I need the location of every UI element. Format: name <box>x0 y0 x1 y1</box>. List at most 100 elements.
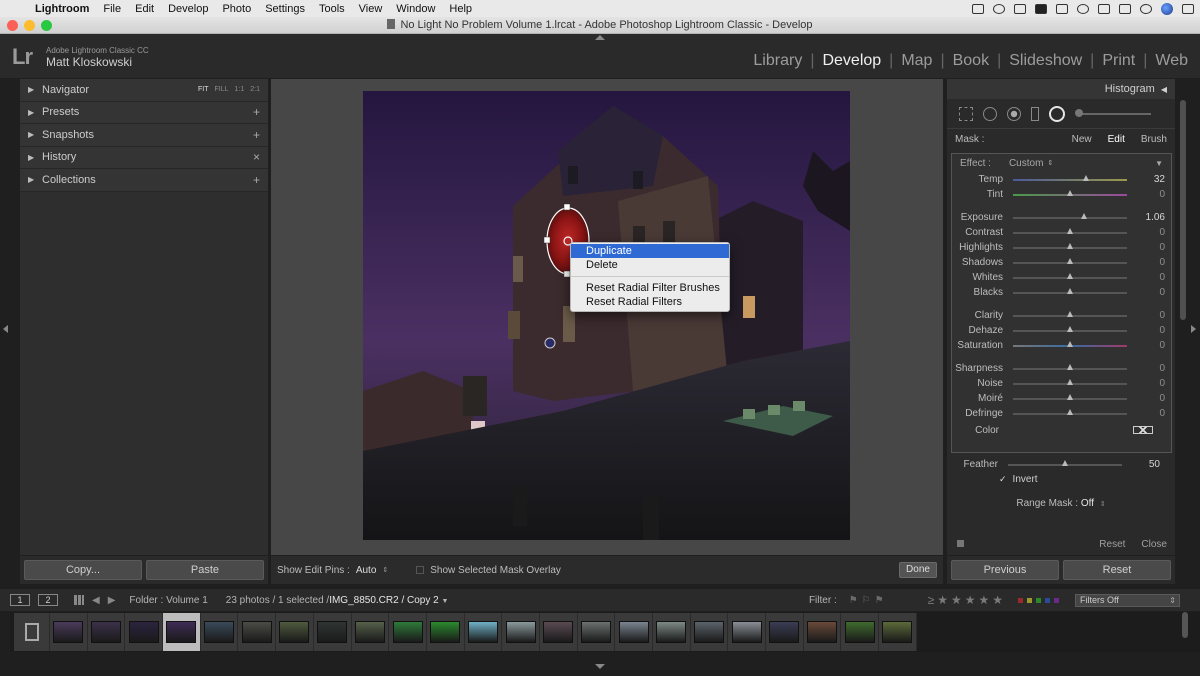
menu-lightroom[interactable]: Lightroom <box>28 3 96 15</box>
menu-edit[interactable]: Edit <box>128 3 161 15</box>
slider-track[interactable] <box>1013 212 1127 219</box>
slider-knob[interactable] <box>1067 340 1073 347</box>
secondary-window-button[interactable]: 2 <box>38 594 58 606</box>
close-window-button[interactable] <box>7 20 18 31</box>
radial-filter-tool-icon[interactable] <box>1049 105 1065 122</box>
slider-knob[interactable] <box>1082 174 1089 181</box>
slider-track[interactable] <box>1013 340 1127 347</box>
add-snapshot-icon[interactable]: + <box>253 128 260 142</box>
slider-value[interactable]: 0 <box>1127 287 1165 298</box>
menu-file[interactable]: File <box>96 3 128 15</box>
slider-knob[interactable] <box>1067 378 1073 385</box>
slider-knob[interactable] <box>1067 189 1073 196</box>
menu-item-duplicate[interactable]: Duplicate <box>571 244 729 258</box>
filmstrip-thumbnail[interactable] <box>803 613 842 651</box>
green-label-icon[interactable] <box>1036 597 1041 603</box>
blue-label-icon[interactable] <box>1045 597 1050 603</box>
collections-header[interactable]: ▶ Collections + <box>20 169 268 192</box>
mask-overlay-checkbox[interactable] <box>416 566 425 574</box>
grid-view-icon[interactable] <box>74 595 84 605</box>
slider-knob[interactable] <box>1080 212 1087 219</box>
dropbox-icon[interactable] <box>1056 3 1068 14</box>
slider-knob[interactable] <box>1067 363 1073 370</box>
bottom-panel-toggle-icon[interactable] <box>595 664 605 669</box>
filmstrip-thumbnail[interactable] <box>879 613 917 651</box>
feather-slider-knob[interactable] <box>1062 459 1068 466</box>
add-preset-icon[interactable]: + <box>253 105 260 119</box>
battery-icon[interactable] <box>1119 3 1131 14</box>
search-icon[interactable] <box>1140 3 1152 14</box>
primary-window-button[interactable]: 1 <box>10 594 30 606</box>
filmstrip-thumbnail[interactable] <box>502 613 540 651</box>
slider-track[interactable] <box>1013 189 1127 196</box>
copy-button[interactable]: Copy... <box>24 560 142 580</box>
color-label-filter[interactable] <box>1018 597 1059 603</box>
slider-track[interactable] <box>1013 310 1127 317</box>
slider-value[interactable]: 0 <box>1127 272 1165 283</box>
snapshots-header[interactable]: ▶ Snapshots + <box>20 124 268 147</box>
filmstrip-thumbnail[interactable] <box>163 613 201 651</box>
red-eye-tool-icon[interactable] <box>1007 106 1021 121</box>
filmstrip-thumbnail[interactable] <box>125 613 164 651</box>
filmstrip-thumbnail[interactable] <box>351 613 390 651</box>
slider-track[interactable] <box>1013 287 1127 294</box>
filmstrip-thumbnail[interactable] <box>464 613 503 651</box>
menu-view[interactable]: View <box>352 3 390 15</box>
filmstrip-thumbnail[interactable] <box>276 613 314 651</box>
red-label-icon[interactable] <box>1018 597 1023 603</box>
panel-switch-icon[interactable] <box>957 540 964 547</box>
module-web[interactable]: Web <box>1151 52 1192 70</box>
module-map[interactable]: Map <box>897 52 936 70</box>
menu-item-reset-radial-filters[interactable]: Reset Radial Filters <box>571 295 729 309</box>
right-panel-toggle-icon[interactable] <box>1191 325 1196 333</box>
color-swatch-none-icon[interactable] <box>1133 426 1153 434</box>
show-edit-pins-select[interactable]: Auto <box>356 565 377 576</box>
menu-tools[interactable]: Tools <box>312 3 352 15</box>
filmstrip-thumbnail[interactable] <box>653 613 691 651</box>
filmstrip-thumbnail[interactable] <box>728 613 767 651</box>
slider-value[interactable]: 32 <box>1127 174 1165 185</box>
filmstrip-thumbnail[interactable] <box>426 613 465 651</box>
presets-header[interactable]: ▶ Presets + <box>20 101 268 124</box>
module-develop[interactable]: Develop <box>818 52 885 70</box>
slider-value[interactable]: 0 <box>1127 408 1165 419</box>
adjustment-brush-tool-icon[interactable] <box>1075 108 1151 117</box>
slider-value[interactable]: 0 <box>1127 393 1165 404</box>
menu-window[interactable]: Window <box>389 3 442 15</box>
zoom-fill[interactable]: FILL <box>215 86 229 93</box>
mask-edit-option[interactable]: Edit <box>1108 134 1125 145</box>
paste-button[interactable]: Paste <box>146 560 264 580</box>
menu-develop[interactable]: Develop <box>161 3 215 15</box>
menu-photo[interactable]: Photo <box>215 3 258 15</box>
slider-knob[interactable] <box>1067 242 1073 249</box>
filmstrip-thumbnail[interactable] <box>50 613 88 651</box>
slider-value[interactable]: 0 <box>1127 227 1165 238</box>
invert-checkbox[interactable]: ✓ <box>999 474 1007 485</box>
module-library[interactable]: Library <box>749 52 806 70</box>
photo-count[interactable]: 23 photos / 1 selected /IMG_8850.CR2 / C… <box>226 595 449 606</box>
zoom-2-1[interactable]: 2:1 <box>250 86 260 93</box>
slider-track[interactable] <box>1013 227 1127 234</box>
clear-history-icon[interactable]: × <box>253 150 260 164</box>
slider-value[interactable]: 0 <box>1127 378 1165 389</box>
slider-track[interactable] <box>1013 363 1127 370</box>
mask-new-option[interactable]: New <box>1072 134 1092 145</box>
history-header[interactable]: ▶ History × <box>20 146 268 169</box>
done-button[interactable]: Done <box>899 562 937 578</box>
zoom-1-1[interactable]: 1:1 <box>235 86 245 93</box>
creative-cloud-icon[interactable] <box>993 3 1005 14</box>
graduated-filter-tool-icon[interactable] <box>1031 106 1039 121</box>
spot-removal-tool-icon[interactable] <box>983 106 997 121</box>
add-collection-icon[interactable]: + <box>253 173 260 187</box>
filmstrip-thumbnail[interactable] <box>87 613 126 651</box>
slider-knob[interactable] <box>1067 287 1073 294</box>
screen-icon[interactable] <box>1014 3 1026 14</box>
slider-track[interactable] <box>1013 174 1127 181</box>
slider-value[interactable]: 0 <box>1127 340 1165 351</box>
slider-knob[interactable] <box>1067 325 1073 332</box>
flag-filter-icons[interactable]: ⚑⚐⚑ <box>849 595 888 606</box>
filmstrip-thumbnail[interactable] <box>615 613 653 651</box>
slider-track[interactable] <box>1013 378 1127 385</box>
zoom-window-button[interactable] <box>41 20 52 31</box>
wifi-icon[interactable] <box>1077 3 1089 14</box>
